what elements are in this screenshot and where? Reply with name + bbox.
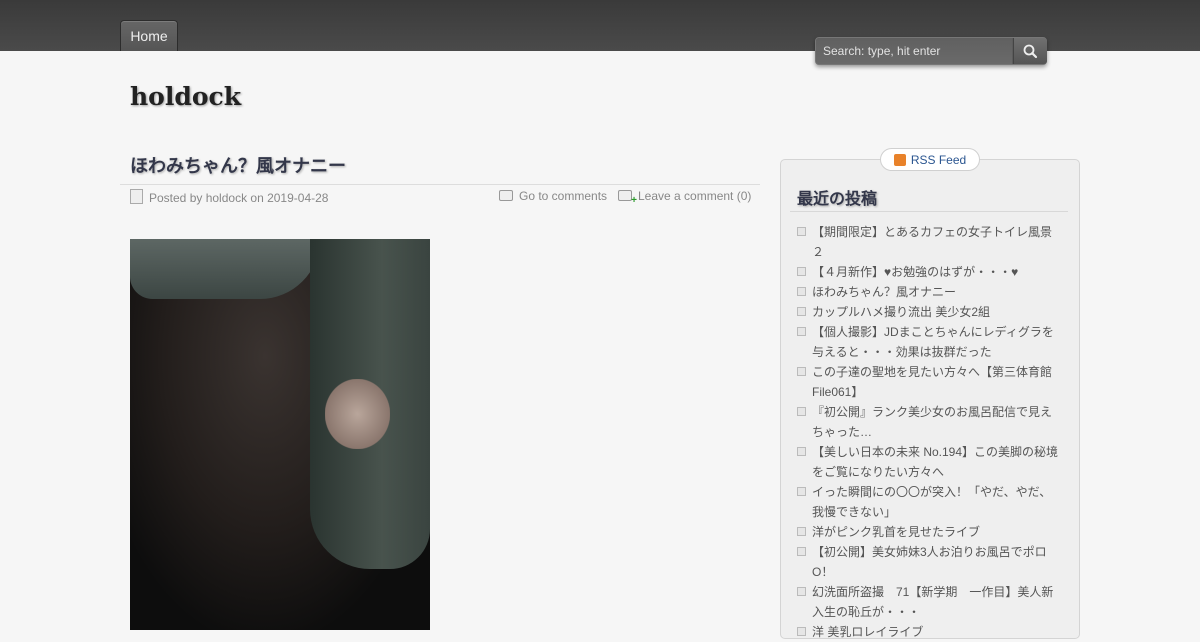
search-button[interactable]: [1013, 38, 1047, 64]
bullet-icon: [797, 307, 806, 316]
document-icon: [130, 189, 143, 204]
list-item[interactable]: 【４月新作】♥お勉強のはずが・・・♥: [797, 262, 1062, 282]
post-byline: Posted by holdock on 2019-04-28: [130, 189, 328, 205]
bullet-icon: [797, 447, 806, 456]
leave-comment-link[interactable]: Leave a comment (0): [618, 189, 752, 206]
post-byline-text: Posted by holdock on 2019-04-28: [149, 191, 329, 205]
list-item[interactable]: この子達の聖地を見たい方々へ【第三体育館File061】: [797, 362, 1062, 402]
recent-post-link[interactable]: ほわみちゃん？風オナニー: [812, 285, 956, 299]
bullet-icon: [797, 327, 806, 336]
post-title[interactable]: ほわみちゃん？風オナニー: [130, 152, 346, 178]
recent-post-link[interactable]: イった瞬間にの〇〇が突入！「やだ、やだ、我慢できない」: [812, 485, 1051, 519]
bullet-icon: [797, 267, 806, 276]
bullet-icon: [797, 367, 806, 376]
recent-post-link[interactable]: 【初公開】美女姉妹3人お泊りお風呂でポロO！: [812, 545, 1047, 579]
recent-post-link[interactable]: この子達の聖地を見たい方々へ【第三体育館File061】: [812, 365, 1052, 399]
bullet-icon: [797, 547, 806, 556]
go-to-comments-link[interactable]: Go to comments: [499, 189, 607, 203]
search-box: [815, 37, 1047, 65]
go-to-comments-label: Go to comments: [519, 189, 608, 203]
recent-post-link[interactable]: 洋 美乳ロレイライブ: [812, 625, 923, 639]
list-item[interactable]: ほわみちゃん？風オナニー: [797, 282, 1062, 302]
search-icon: [1023, 44, 1038, 59]
rss-feed-label: RSS Feed: [910, 153, 967, 167]
list-item[interactable]: 【初公開】美女姉妹3人お泊りお風呂でポロO！: [797, 542, 1062, 582]
recent-posts-list: 【期間限定】とあるカフェの女子トイレ風景２ 【４月新作】♥お勉強のはずが・・・♥…: [797, 222, 1062, 642]
list-item[interactable]: イった瞬間にの〇〇が突入！「やだ、やだ、我慢できない」: [797, 482, 1062, 522]
bullet-icon: [797, 227, 806, 236]
recent-post-link[interactable]: 【４月新作】♥お勉強のはずが・・・♥: [812, 265, 1018, 279]
bullet-icon: [797, 627, 806, 636]
recent-posts-title: 最近の投稿: [797, 189, 878, 208]
bullet-icon: [797, 587, 806, 596]
site-title[interactable]: holdock: [130, 82, 241, 111]
comment-bubble-icon: [499, 190, 513, 201]
list-item[interactable]: カップルハメ撮り流出 美少女2組: [797, 302, 1062, 322]
search-input[interactable]: [816, 38, 1012, 64]
leave-comment-label: Leave a comment (0): [638, 189, 752, 203]
list-item[interactable]: 『初公開』ランク美少女のお風呂配信で見えちゃった…: [797, 402, 1062, 442]
list-item[interactable]: 幻洗面所盗撮 71【新学期 一作目】美人新入生の恥丘が・・・: [797, 582, 1062, 622]
list-item[interactable]: 【個人撮影】JDまことちゃんにレディグラを与えると・・・効果は抜群だった: [797, 322, 1062, 362]
post-meta: Posted by holdock on 2019-04-28 Go to co…: [120, 184, 760, 207]
rss-feed-link[interactable]: RSS Feed: [880, 148, 980, 171]
recent-post-link[interactable]: 幻洗面所盗撮 71【新学期 一作目】美人新入生の恥丘が・・・: [812, 585, 1053, 619]
recent-post-link[interactable]: 【個人撮影】JDまことちゃんにレディグラを与えると・・・効果は抜群だった: [812, 325, 1054, 359]
recent-post-link[interactable]: 『初公開』ランク美少女のお風呂配信で見えちゃった…: [812, 405, 1052, 439]
list-item[interactable]: 洋 美乳ロレイライブ: [797, 622, 1062, 642]
bullet-icon: [797, 407, 806, 416]
list-item[interactable]: 【美しい日本の未来 No.194】この美脚の秘境をご覧になりたい方々へ: [797, 442, 1062, 482]
recent-post-link[interactable]: 洋がピンク乳首を見せたライブ: [812, 525, 980, 539]
recent-post-link[interactable]: カップルハメ撮り流出 美少女2組: [812, 305, 990, 319]
post-image[interactable]: [130, 239, 430, 630]
recent-post-link[interactable]: 【期間限定】とあるカフェの女子トイレ風景２: [812, 225, 1052, 259]
bullet-icon: [797, 287, 806, 296]
list-item[interactable]: 洋がピンク乳首を見せたライブ: [797, 522, 1062, 542]
rss-icon: [893, 154, 906, 166]
add-comment-icon: [618, 190, 637, 206]
divider: [790, 211, 1068, 212]
bullet-icon: [797, 527, 806, 536]
nav-home-tab[interactable]: Home: [120, 20, 178, 51]
bullet-icon: [797, 487, 806, 496]
list-item[interactable]: 【期間限定】とあるカフェの女子トイレ風景２: [797, 222, 1062, 262]
recent-post-link[interactable]: 【美しい日本の未来 No.194】この美脚の秘境をご覧になりたい方々へ: [812, 445, 1058, 479]
